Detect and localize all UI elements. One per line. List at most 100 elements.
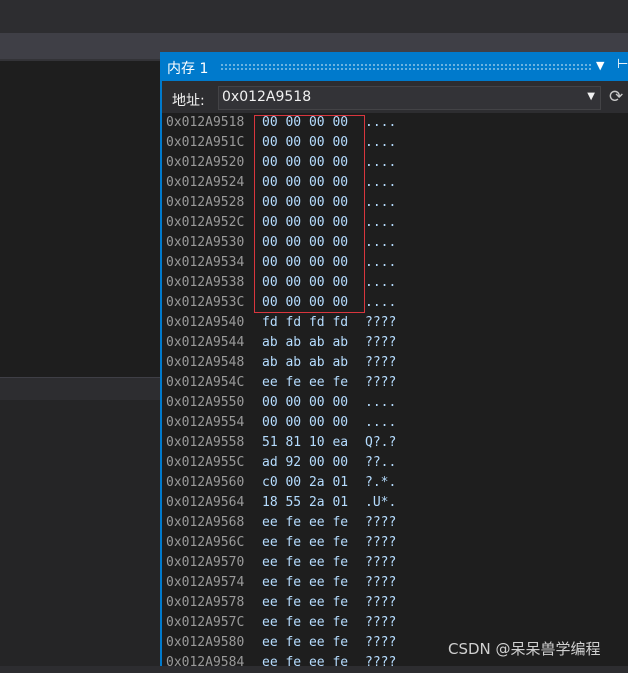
memory-row[interactable]: 0x012A954C ee fe ee fe???? xyxy=(162,373,628,393)
row-ascii: .... xyxy=(365,175,397,190)
row-ascii: ???? xyxy=(365,375,397,390)
row-address: 0x012A9578 xyxy=(166,595,245,610)
row-address: 0x012A951C xyxy=(166,135,245,150)
row-ascii: .... xyxy=(365,395,397,410)
memory-row[interactable]: 0x012A9524 00 00 00 00.... xyxy=(162,173,628,193)
row-bytes[interactable]: ee fe ee fe xyxy=(262,575,348,590)
memory-window-titlebar[interactable]: 内存 1 ▼ ⊢ xyxy=(162,52,628,81)
row-ascii: ???? xyxy=(365,635,397,650)
memory-row[interactable]: 0x012A9574 ee fe ee fe???? xyxy=(162,573,628,593)
memory-row[interactable]: 0x012A953C 00 00 00 00.... xyxy=(162,293,628,313)
memory-row[interactable]: 0x012A952C 00 00 00 00.... xyxy=(162,213,628,233)
row-ascii: .... xyxy=(365,155,397,170)
memory-row[interactable]: 0x012A9544 ab ab ab ab???? xyxy=(162,333,628,353)
row-ascii: ??.. xyxy=(365,455,397,470)
row-address: 0x012A9540 xyxy=(166,315,245,330)
row-ascii: ???? xyxy=(365,515,397,530)
row-address: 0x012A956C xyxy=(166,535,245,550)
chevron-down-icon[interactable]: ▼ xyxy=(596,59,604,72)
title-grip xyxy=(220,63,592,70)
row-bytes[interactable]: fd fd fd fd xyxy=(262,315,348,330)
memory-row[interactable]: 0x012A9558 51 81 10 ea Q?.? xyxy=(162,433,628,453)
memory-row[interactable]: 0x012A9554 00 00 00 00.... xyxy=(162,413,628,433)
row-address: 0x012A9530 xyxy=(166,235,245,250)
row-bytes[interactable]: 00 00 00 00 xyxy=(262,395,348,410)
row-bytes[interactable]: ad 92 00 00 xyxy=(262,455,348,470)
row-ascii: .... xyxy=(365,275,397,290)
row-address: 0x012A9560 xyxy=(166,475,245,490)
lower-pane xyxy=(0,400,160,666)
address-input[interactable]: 0x012A9518 ▼ xyxy=(218,86,601,110)
row-bytes[interactable]: ab ab ab ab xyxy=(262,335,348,350)
memory-row[interactable]: 0x012A9548 ab ab ab ab???? xyxy=(162,353,628,373)
memory-row[interactable]: 0x012A951C 00 00 00 00.... xyxy=(162,133,628,153)
row-address: 0x012A957C xyxy=(166,615,245,630)
row-ascii: ???? xyxy=(365,555,397,570)
row-ascii: .... xyxy=(365,255,397,270)
row-address: 0x012A9558 xyxy=(166,435,245,450)
row-bytes[interactable]: ee fe ee fe xyxy=(262,635,348,650)
row-bytes[interactable]: ee fe ee fe xyxy=(262,375,348,390)
memory-row[interactable]: 0x012A9560 c0 00 2a 01 ?.*. xyxy=(162,473,628,493)
row-bytes[interactable]: c0 00 2a 01 xyxy=(262,475,348,490)
row-address: 0x012A9580 xyxy=(166,635,245,650)
row-bytes[interactable]: ee fe ee fe xyxy=(262,535,348,550)
row-bytes[interactable]: ee fe ee fe xyxy=(262,595,348,610)
row-address: 0x012A955C xyxy=(166,455,245,470)
pin-icon[interactable]: ⊢ xyxy=(617,57,628,72)
memory-row[interactable]: 0x012A9550 00 00 00 00.... xyxy=(162,393,628,413)
row-address: 0x012A9564 xyxy=(166,495,245,510)
row-ascii: ???? xyxy=(365,575,397,590)
row-address: 0x012A9534 xyxy=(166,255,245,270)
memory-row[interactable]: 0x012A955C ad 92 00 00??.. xyxy=(162,453,628,473)
row-bytes[interactable]: 51 81 10 ea xyxy=(262,435,348,450)
row-ascii: ???? xyxy=(365,595,397,610)
memory-row[interactable]: 0x012A957C ee fe ee fe???? xyxy=(162,613,628,633)
memory-row[interactable]: 0x012A9528 00 00 00 00.... xyxy=(162,193,628,213)
row-address: 0x012A9570 xyxy=(166,555,245,570)
memory-row[interactable]: 0x012A9540 fd fd fd fd???? xyxy=(162,313,628,333)
row-bytes[interactable]: 18 55 2a 01 xyxy=(262,495,348,510)
memory-row[interactable]: 0x012A9520 00 00 00 00.... xyxy=(162,153,628,173)
memory-row[interactable]: 0x012A9518 00 00 00 00.... xyxy=(162,113,628,133)
memory-row[interactable]: 0x012A956C ee fe ee fe???? xyxy=(162,533,628,553)
row-address: 0x012A9518 xyxy=(166,115,245,130)
row-bytes[interactable]: ee fe ee fe xyxy=(262,515,348,530)
memory-row[interactable]: 0x012A9564 18 55 2a 01 .U*. xyxy=(162,493,628,513)
memory-row[interactable]: 0x012A9568 ee fe ee fe???? xyxy=(162,513,628,533)
row-address: 0x012A9554 xyxy=(166,415,245,430)
row-ascii: ???? xyxy=(365,335,397,350)
memory-row[interactable]: 0x012A9578 ee fe ee fe???? xyxy=(162,593,628,613)
row-address: 0x012A9520 xyxy=(166,155,245,170)
row-ascii: .... xyxy=(365,135,397,150)
pane-separator xyxy=(0,377,160,401)
row-ascii: .... xyxy=(365,195,397,210)
row-bytes[interactable]: ee fe ee fe xyxy=(262,615,348,630)
row-address: 0x012A954C xyxy=(166,375,245,390)
row-ascii: .... xyxy=(365,415,397,430)
row-ascii: Q?.? xyxy=(365,435,397,450)
memory-row[interactable]: 0x012A9530 00 00 00 00.... xyxy=(162,233,628,253)
watermark: CSDN @呆呆兽学编程 xyxy=(448,640,601,658)
row-bytes[interactable]: ee fe ee fe xyxy=(262,555,348,570)
row-bytes[interactable]: ab ab ab ab xyxy=(262,355,348,370)
memory-row[interactable]: 0x012A9570 ee fe ee fe???? xyxy=(162,553,628,573)
row-address: 0x012A952C xyxy=(166,215,245,230)
row-ascii: .... xyxy=(365,235,397,250)
memory-window-title: 内存 1 xyxy=(167,61,209,77)
row-ascii: ???? xyxy=(365,355,397,370)
refresh-icon[interactable]: ⟳ xyxy=(609,86,628,108)
address-value[interactable]: 0x012A9518 xyxy=(222,89,311,105)
row-address: 0x012A9538 xyxy=(166,275,245,290)
ide-top-area xyxy=(0,0,628,33)
memory-row[interactable]: 0x012A9538 00 00 00 00.... xyxy=(162,273,628,293)
row-bytes[interactable]: 00 00 00 00 xyxy=(262,415,348,430)
row-ascii: ?.*. xyxy=(365,475,397,490)
memory-row[interactable]: 0x012A9534 00 00 00 00.... xyxy=(162,253,628,273)
row-address: 0x012A9574 xyxy=(166,575,245,590)
row-bytes[interactable]: ee fe ee fe xyxy=(262,655,348,670)
row-address: 0x012A9568 xyxy=(166,515,245,530)
address-dropdown-icon[interactable]: ▼ xyxy=(587,91,595,102)
highlight-box xyxy=(254,115,365,313)
editor-pane xyxy=(0,61,160,377)
